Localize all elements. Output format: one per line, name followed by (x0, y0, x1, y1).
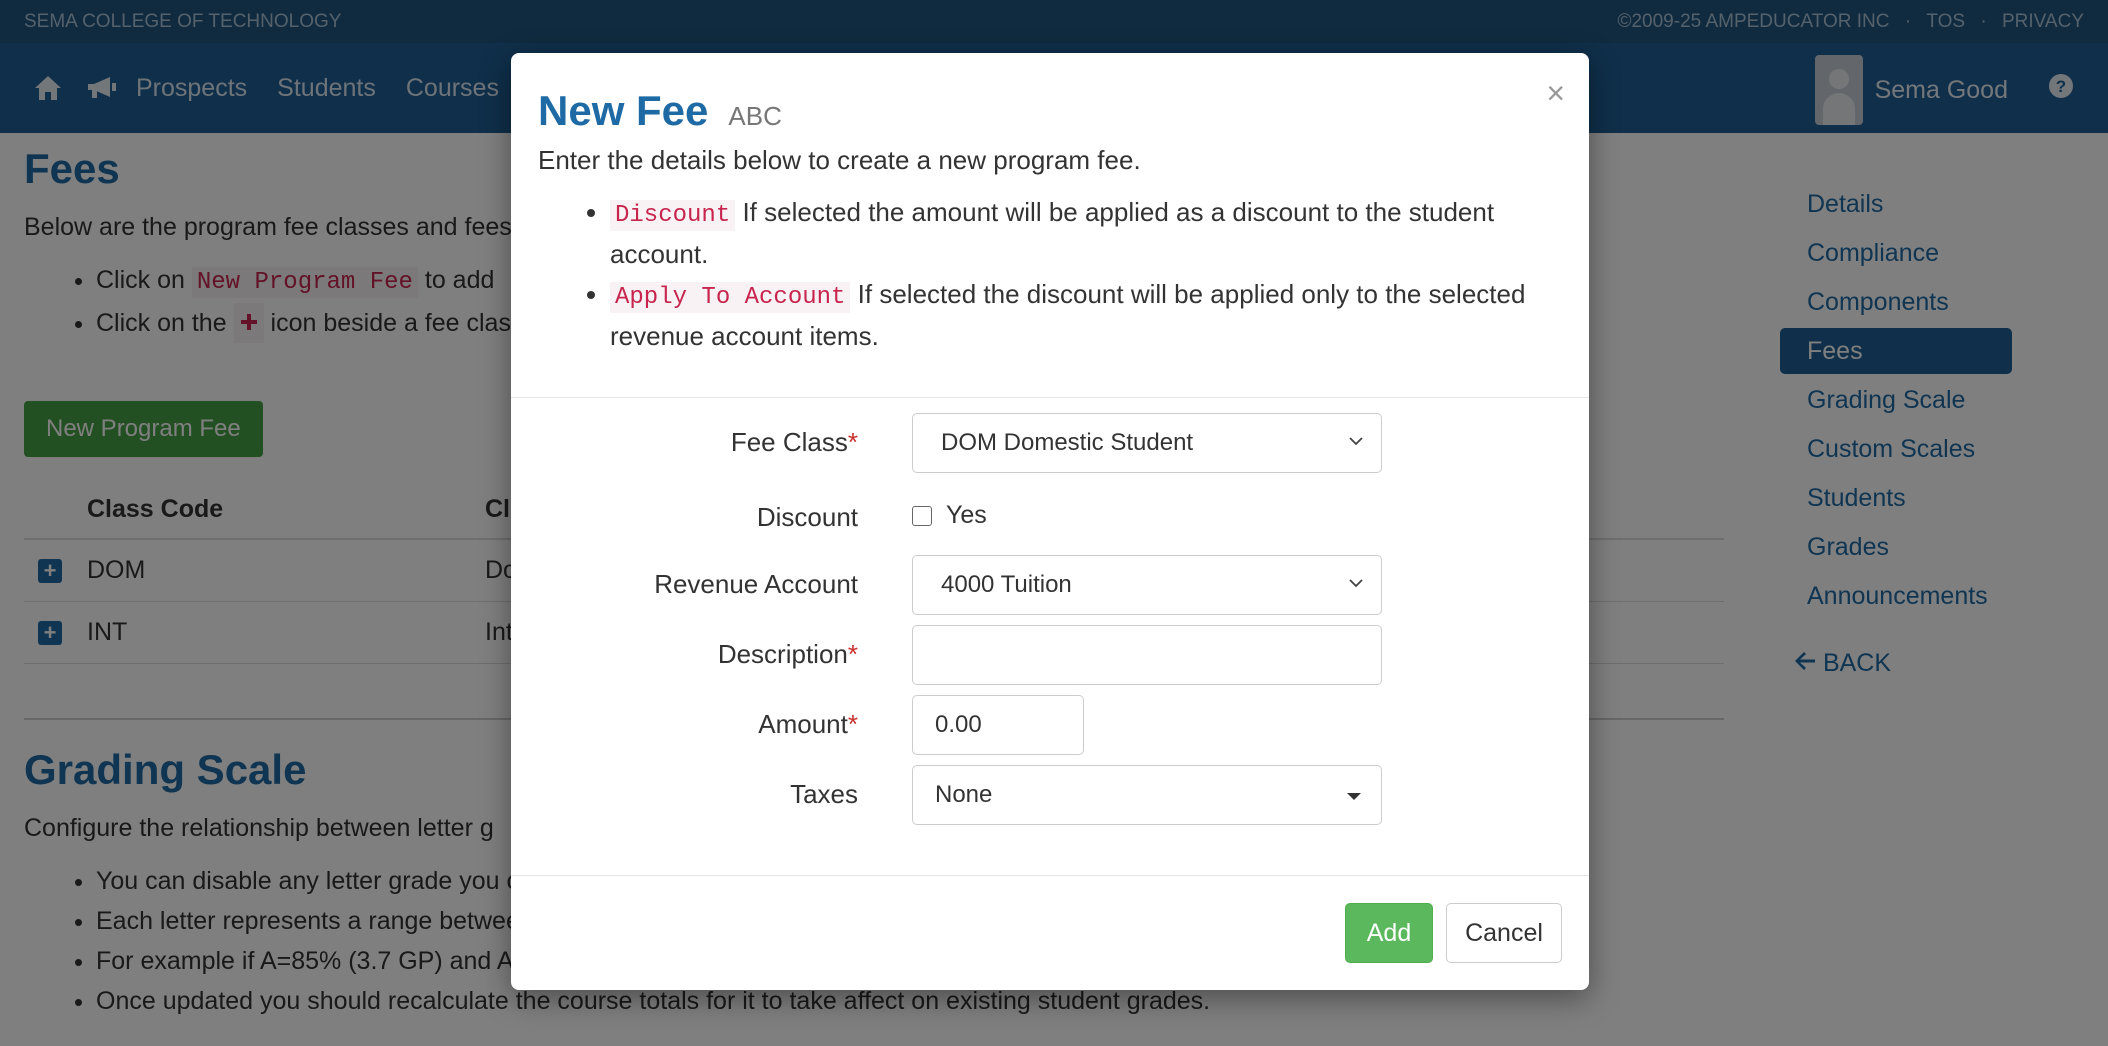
revenue-account-select[interactable]: 4000 Tuition (912, 554, 1382, 615)
inline-code: Discount (610, 200, 736, 231)
amount-input[interactable]: 0.00 (912, 694, 1084, 755)
fee-class-label: Fee Class* (730, 427, 858, 457)
caret-down-icon (1347, 792, 1361, 800)
fee-class-row: Fee Class* DOM Domestic Student (511, 412, 1589, 473)
checkbox[interactable] (912, 505, 932, 526)
chevron-down-icon (1349, 436, 1363, 445)
add-button[interactable]: Add (1345, 903, 1433, 963)
taxes-label: Taxes (790, 779, 858, 809)
discount-label: Discount (756, 501, 858, 532)
chevron-down-icon (1349, 578, 1363, 587)
close-icon[interactable]: × (1546, 77, 1565, 109)
modal-divider (511, 397, 1589, 398)
modal-subtitle: ABC (728, 101, 782, 131)
revenue-account-label: Revenue Account (654, 569, 858, 599)
amount-row: Amount* 0.00 (511, 694, 1589, 755)
discount-row: Discount Yes (511, 487, 1589, 547)
modal-divider (511, 875, 1589, 876)
description-label: Description* (717, 639, 858, 669)
description-row: Description* (511, 624, 1589, 685)
list-item: Discount If selected the amount will be … (610, 193, 1548, 273)
modal-title: New Fee ABC (538, 87, 782, 134)
fee-class-select[interactable]: DOM Domestic Student (912, 412, 1382, 473)
modal-notes: Discount If selected the amount will be … (538, 193, 1548, 357)
new-fee-modal: × New Fee ABC Enter the details below to … (511, 53, 1589, 990)
revenue-account-row: Revenue Account 4000 Tuition (511, 554, 1589, 615)
modal-description: Enter the details below to create a new … (538, 145, 1141, 175)
taxes-row: Taxes None (511, 764, 1589, 825)
discount-checkbox[interactable]: Yes (912, 501, 987, 530)
cancel-button[interactable]: Cancel (1446, 903, 1562, 963)
amount-label: Amount* (758, 709, 858, 739)
inline-code: Apply To Account (610, 282, 851, 313)
taxes-select[interactable]: None (912, 764, 1382, 825)
description-input[interactable] (912, 624, 1382, 685)
list-item: Apply To Account If selected the discoun… (610, 275, 1548, 355)
